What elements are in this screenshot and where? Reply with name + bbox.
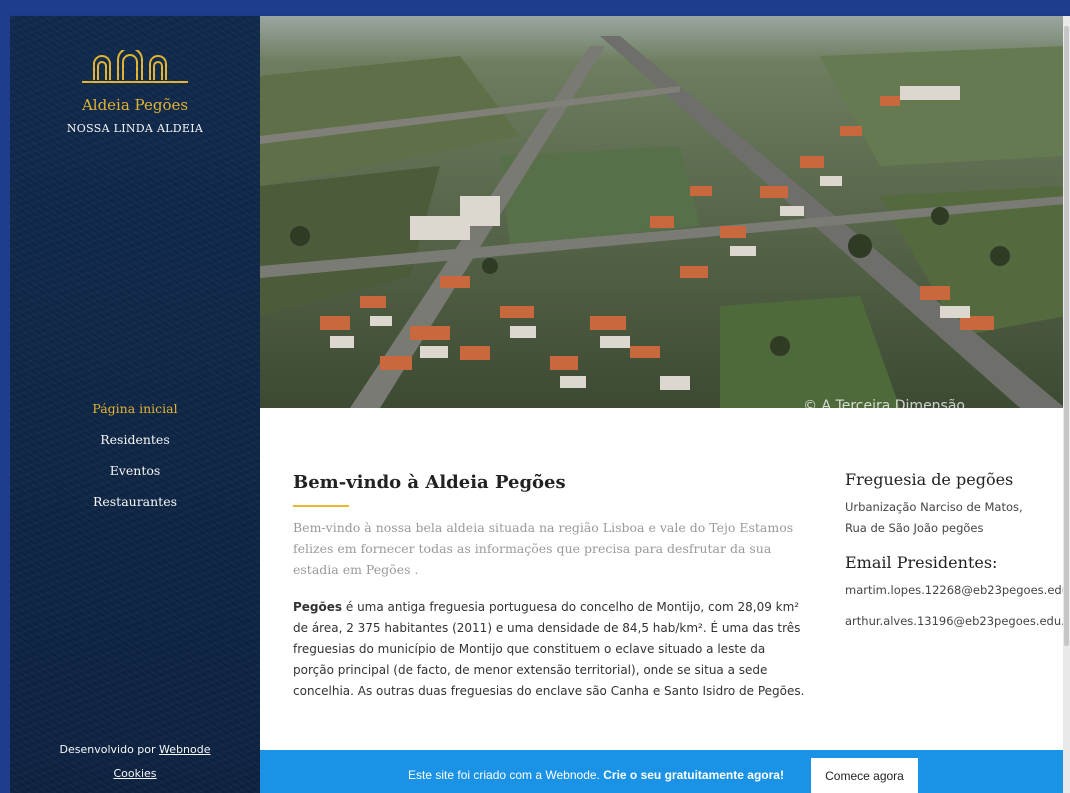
nav-item-pagina-inicial[interactable]: Página inicial	[10, 393, 260, 424]
email-1[interactable]: martim.lopes.12268@eb23pegoes.edu.pt	[845, 580, 1070, 601]
aerial-village-photo	[260, 16, 1065, 408]
nav-item-restaurantes[interactable]: Restaurantes	[10, 486, 260, 517]
nav-item-residentes[interactable]: Residentes	[10, 424, 260, 455]
address-text: Urbanização Narciso de Matos, Rua de São…	[845, 500, 1023, 535]
scrollbar-thumb[interactable]	[1064, 26, 1069, 646]
site-title[interactable]: Aldeia Pegões	[10, 96, 260, 114]
start-now-button[interactable]: Comece agora	[811, 758, 918, 793]
site-subtitle: NOSSA LINDA ALDEIA	[66, 122, 204, 135]
main-nav: Página inicial Residentes Eventos Restau…	[10, 393, 260, 517]
banner-cta-link[interactable]: Crie o seu gratuitamente agora!	[603, 768, 784, 782]
intro-paragraph: Bem-vindo à nossa bela aldeia situada na…	[293, 520, 794, 577]
email-2[interactable]: arthur.alves.13196@eb23pegoes.edu.pt	[845, 611, 1070, 632]
body-bold-term: Pegões	[293, 600, 343, 614]
page-title: Bem-vindo à Aldeia Pegões	[293, 472, 566, 493]
email-heading: Email Presidentes:	[845, 553, 998, 572]
body-paragraph: Pegões é uma antiga freguesia portuguesa…	[293, 597, 808, 702]
contact-aside: Freguesia de pegões Urbanização Narciso …	[845, 470, 1070, 642]
developed-by: Desenvolvido por Webnode	[10, 743, 260, 756]
window-frame-top	[0, 0, 1070, 12]
title-divider	[293, 505, 349, 507]
nav-item-eventos[interactable]: Eventos	[10, 455, 260, 486]
body-rest-text: é uma antiga freguesia portuguesa do con…	[293, 600, 805, 698]
sidebar: Aldeia Pegões NOSSA LINDA ALDEIA Página …	[10, 16, 260, 793]
photo-watermark: © A Terceira Dimensão	[803, 398, 965, 408]
webnode-link[interactable]: Webnode	[159, 743, 210, 756]
arches-logo-icon[interactable]	[80, 50, 190, 84]
main-content: Bem-vindo à Aldeia Pegões Bem-vindo à no…	[260, 408, 1070, 793]
window-frame-left	[0, 0, 10, 793]
cookies-link[interactable]: Cookies	[10, 767, 260, 780]
webnode-banner: Este site foi criado com a Webnode. Crie…	[260, 750, 1065, 793]
freguesia-heading: Freguesia de pegões	[845, 470, 1014, 489]
developed-by-text: Desenvolvido por	[59, 743, 156, 756]
banner-message: Este site foi criado com a Webnode.	[408, 768, 600, 782]
hero-image: © A Terceira Dimensão	[260, 16, 1065, 408]
banner-text: Este site foi criado com a Webnode. Crie…	[408, 768, 784, 782]
